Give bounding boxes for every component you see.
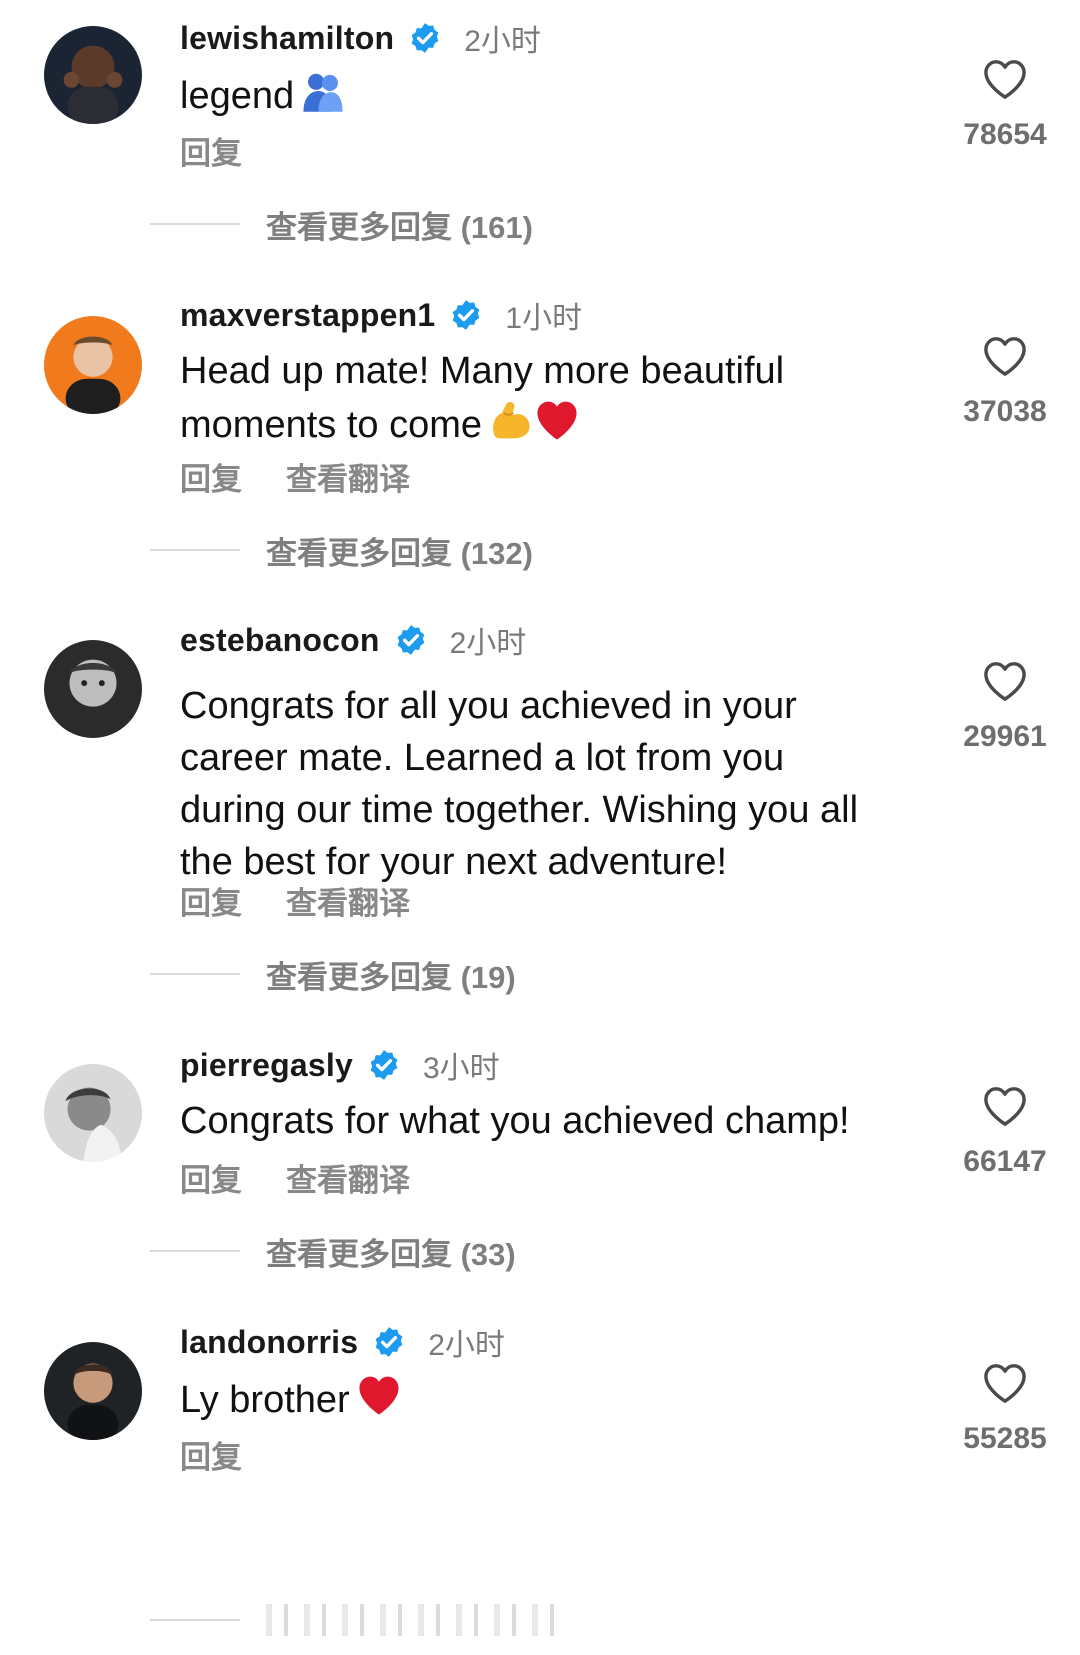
heart-icon[interactable]: [982, 335, 1028, 377]
people-hugging-emoji: [300, 68, 346, 114]
comment-text: Head up mate! Many more beautiful moment…: [180, 345, 860, 451]
comment-text-content: Ly brother: [180, 1379, 350, 1421]
reply-button[interactable]: 回复: [180, 1432, 242, 1477]
verified-badge-icon: [367, 1048, 401, 1082]
like-control: 29961: [945, 660, 1065, 754]
view-more-replies-link[interactable]: 查看更多回复 (161): [266, 202, 533, 247]
comment-text: Ly brother: [180, 1372, 920, 1426]
reply-button[interactable]: 回复: [180, 878, 242, 923]
avatar[interactable]: [44, 640, 142, 738]
heart-icon[interactable]: [982, 1085, 1028, 1127]
like-count: 66147: [963, 1145, 1047, 1178]
view-translation-button[interactable]: 查看翻译: [286, 454, 410, 499]
view-translation-button[interactable]: 查看翻译: [286, 1155, 410, 1200]
view-translation-button[interactable]: 查看翻译: [286, 878, 410, 923]
timestamp: 3小时: [422, 1052, 500, 1085]
divider: [150, 1619, 240, 1621]
like-control: 55285: [945, 1362, 1065, 1456]
username[interactable]: landonorris: [180, 1324, 358, 1361]
like-count: 78654: [963, 118, 1047, 151]
verified-badge-icon: [449, 298, 483, 332]
verified-badge-icon: [394, 623, 428, 657]
view-more-replies-link[interactable]: 查看更多回复 (19): [266, 952, 516, 997]
red-heart-emoji: [356, 1372, 402, 1418]
timestamp: 2小时: [428, 1329, 505, 1362]
comment-text: Congrats for what you achieved champ!: [180, 1100, 850, 1142]
reply-button[interactable]: 回复: [180, 454, 242, 499]
username[interactable]: maxverstappen1: [180, 297, 435, 334]
divider: [150, 1250, 240, 1252]
reply-button[interactable]: 回复: [180, 1155, 242, 1200]
username[interactable]: lewishamilton: [180, 20, 394, 57]
truncated-replies-row: [150, 1602, 556, 1638]
heart-icon[interactable]: [982, 660, 1028, 702]
avatar[interactable]: [44, 316, 142, 414]
blurred-content: [266, 1604, 556, 1636]
comment-text: legend: [180, 68, 920, 122]
red-heart-emoji: [534, 397, 580, 443]
flexed-biceps-emoji: [488, 397, 534, 443]
verified-badge-icon: [372, 1325, 406, 1359]
comment-text: Congrats for all you achieved in your ca…: [180, 685, 859, 883]
divider: [150, 223, 240, 225]
like-control: 66147: [945, 1085, 1065, 1179]
heart-icon[interactable]: [982, 1362, 1028, 1404]
avatar[interactable]: [44, 1342, 142, 1440]
like-control: 78654: [945, 58, 1065, 152]
reply-button[interactable]: 回复: [180, 128, 242, 173]
like-count: 29961: [963, 720, 1047, 753]
heart-icon[interactable]: [982, 58, 1028, 100]
timestamp: 2小时: [464, 25, 541, 58]
username[interactable]: estebanocon: [180, 622, 380, 659]
timestamp: 2小时: [449, 627, 527, 660]
avatar[interactable]: [44, 26, 142, 124]
avatar[interactable]: [44, 1064, 142, 1162]
username[interactable]: pierregasly: [180, 1047, 353, 1084]
view-more-replies-link[interactable]: 查看更多回复 (132): [266, 528, 533, 573]
like-count: 37038: [963, 395, 1047, 428]
like-control: 37038: [945, 335, 1065, 429]
divider: [150, 549, 240, 551]
timestamp: 1小时: [505, 302, 583, 335]
verified-badge-icon: [408, 21, 442, 55]
comment-text-content: Head up mate! Many more beautiful moment…: [180, 350, 785, 446]
divider: [150, 973, 240, 975]
like-count: 55285: [963, 1422, 1047, 1455]
view-more-replies-link[interactable]: 查看更多回复 (33): [266, 1229, 516, 1274]
comment-text-content: legend: [180, 75, 295, 117]
